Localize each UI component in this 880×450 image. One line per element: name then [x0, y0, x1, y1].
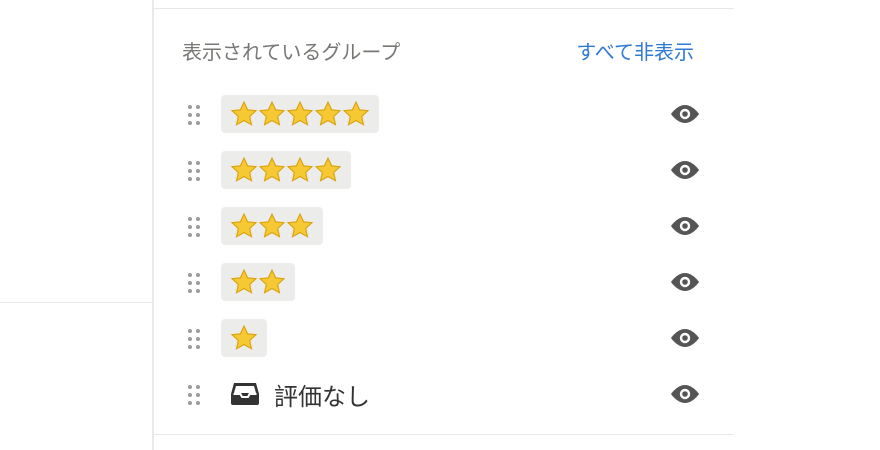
star-icon [286, 212, 314, 240]
group-row[interactable] [154, 142, 734, 198]
group-row[interactable] [154, 254, 734, 310]
star-icon [286, 100, 314, 128]
star-icon [230, 156, 258, 184]
star-icon [230, 100, 258, 128]
drag-handle-icon[interactable] [186, 383, 202, 407]
star-icon [342, 100, 370, 128]
hide-all-button[interactable]: すべて非表示 [576, 36, 694, 65]
visible-groups-heading: 表示されているグループ [182, 40, 401, 64]
star-icon [230, 212, 258, 240]
star-icon [258, 212, 286, 240]
eye-icon[interactable] [667, 101, 703, 127]
drag-handle-icon[interactable] [186, 327, 202, 351]
star-icon [258, 156, 286, 184]
group-row[interactable] [154, 310, 734, 366]
panel-bottom-divider [154, 434, 734, 435]
group-label-pill [221, 95, 379, 133]
group-label-pill [221, 319, 267, 357]
eye-icon[interactable] [667, 381, 703, 407]
group-label-text: 評価なし [274, 382, 370, 411]
no-rating-label: 評価なし [230, 376, 370, 412]
group-label-pill [221, 151, 351, 189]
group-row[interactable] [154, 198, 734, 254]
eye-icon[interactable] [667, 269, 703, 295]
star-icon [230, 324, 258, 352]
group-label-pill [221, 263, 295, 301]
panel-top-divider [154, 8, 734, 9]
drag-handle-icon[interactable] [186, 159, 202, 183]
group-row[interactable]: 評価なし [154, 366, 734, 422]
star-icon [230, 268, 258, 296]
star-icon [258, 100, 286, 128]
inbox-icon [230, 381, 260, 407]
star-icon [286, 156, 314, 184]
star-icon [314, 156, 342, 184]
eye-icon[interactable] [667, 213, 703, 239]
group-label-pill [221, 207, 323, 245]
star-icon [314, 100, 342, 128]
drag-handle-icon[interactable] [186, 215, 202, 239]
group-visibility-panel: 表示されているグループ すべて非表示 評価なし [154, 0, 734, 450]
eye-icon[interactable] [667, 157, 703, 183]
group-row[interactable] [154, 86, 734, 142]
star-icon [258, 268, 286, 296]
drag-handle-icon[interactable] [186, 103, 202, 127]
eye-icon[interactable] [667, 325, 703, 351]
left-pane-divider [0, 302, 153, 303]
drag-handle-icon[interactable] [186, 271, 202, 295]
